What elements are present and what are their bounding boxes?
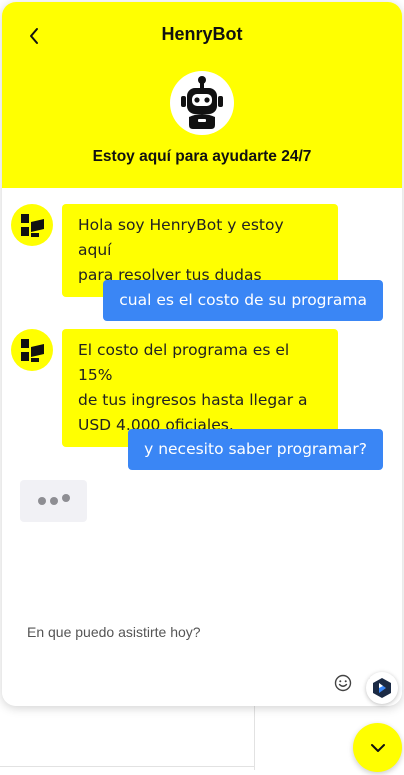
henry-logo-icon <box>21 339 44 362</box>
chat-toggle-button[interactable] <box>353 723 402 772</box>
user-message-bubble: y necesito saber programar? <box>128 429 383 470</box>
brand-badge[interactable] <box>366 672 398 704</box>
message-avatar <box>11 204 53 246</box>
message-line: El costo del programa es el 15% <box>78 341 290 384</box>
chat-header: HenryBot Estoy aquí para ayudarte 24/7 <box>2 2 402 188</box>
chat-title: HenryBot <box>161 24 243 44</box>
chevron-down-icon <box>370 743 385 752</box>
typing-indicator <box>20 480 87 522</box>
typing-dot <box>49 497 58 505</box>
henry-logo-icon <box>21 214 44 237</box>
chat-subtitle: Estoy aquí para ayudarte 24/7 <box>92 148 312 165</box>
smiley-icon <box>334 674 352 692</box>
message-input[interactable] <box>27 620 367 644</box>
chat-widget: HenryBot Estoy aquí para ayudarte 24/7 H… <box>2 2 402 706</box>
user-message-bubble: cual es el costo de su programa <box>103 280 383 321</box>
robot-icon <box>181 76 223 129</box>
message-avatar <box>11 329 53 371</box>
bot-avatar <box>170 71 234 135</box>
message-text: cual es el costo de su programa <box>119 291 367 309</box>
message-line: de tus ingresos hasta llegar a <box>78 391 308 409</box>
brand-badge-icon <box>373 678 391 698</box>
message-line: Hola soy HenryBot y estoy aquí <box>78 216 284 259</box>
emoji-button[interactable] <box>334 674 354 694</box>
background-divider-vertical <box>254 700 255 770</box>
typing-dot <box>37 497 46 505</box>
message-text: y necesito saber programar? <box>144 440 367 458</box>
background-divider-horizontal <box>0 766 255 767</box>
message-composer <box>2 606 402 706</box>
typing-dot <box>61 494 70 502</box>
